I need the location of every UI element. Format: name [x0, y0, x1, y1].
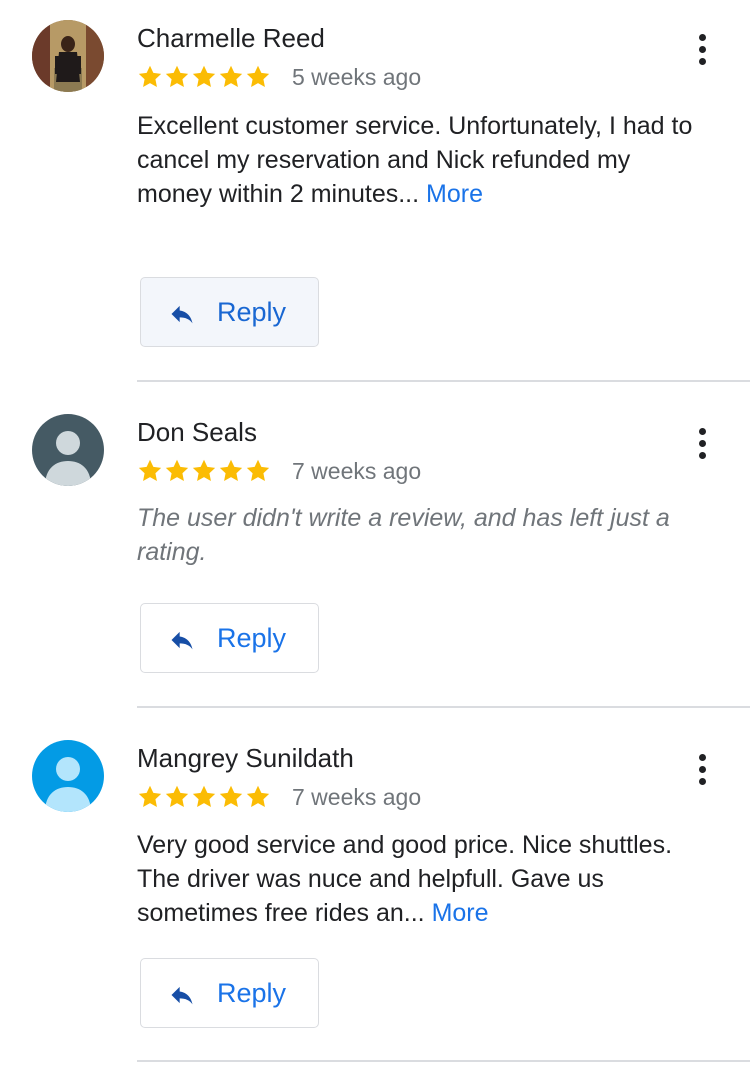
star-icon — [191, 784, 217, 810]
reviewer-name[interactable]: Charmelle Reed — [137, 22, 325, 54]
review-text: The user didn't write a review, and has … — [137, 504, 670, 566]
default-person-icon — [32, 740, 104, 812]
more-link[interactable]: More — [432, 899, 489, 927]
review-text-content: Excellent customer service. Unfortunatel… — [137, 112, 693, 208]
star-icon — [164, 64, 190, 90]
reply-label: Reply — [217, 297, 287, 327]
star-rating — [137, 784, 271, 810]
star-icon — [137, 458, 163, 484]
avatar[interactable] — [32, 20, 104, 92]
reply-button[interactable]: Reply — [140, 603, 319, 673]
more-vert-icon[interactable] — [686, 29, 718, 69]
review-text: Excellent customer service. Unfortunatel… — [137, 109, 697, 211]
star-icon — [191, 64, 217, 90]
review-meta: 7 weeks ago — [137, 456, 421, 486]
more-link[interactable]: More — [426, 180, 483, 208]
reply-label: Reply — [217, 623, 287, 653]
star-icon — [245, 784, 271, 810]
reviewer-name[interactable]: Don Seals — [137, 416, 257, 448]
more-vert-icon[interactable] — [686, 749, 718, 789]
star-icon — [164, 458, 190, 484]
star-rating — [137, 64, 271, 90]
star-rating — [137, 458, 271, 484]
reply-button[interactable]: Reply — [140, 277, 319, 347]
star-icon — [218, 64, 244, 90]
review-date: 7 weeks ago — [292, 783, 422, 810]
star-icon — [191, 458, 217, 484]
star-icon — [218, 784, 244, 810]
star-icon — [245, 64, 271, 90]
review-date: 5 weeks ago — [292, 63, 422, 90]
divider — [137, 706, 750, 708]
review-date: 7 weeks ago — [292, 457, 422, 484]
review-meta: 7 weeks ago — [137, 782, 421, 812]
more-vert-icon[interactable] — [686, 423, 718, 463]
avatar[interactable] — [32, 740, 104, 812]
star-icon — [137, 64, 163, 90]
star-icon — [245, 458, 271, 484]
review-text: Very good service and good price. Nice s… — [137, 828, 677, 930]
review-meta: 5 weeks ago — [137, 62, 421, 92]
reply-button[interactable]: Reply — [140, 958, 319, 1028]
reviewer-name[interactable]: Mangrey Sunildath — [137, 742, 354, 774]
divider — [137, 1060, 750, 1062]
profile-photo — [32, 20, 104, 92]
star-icon — [137, 784, 163, 810]
star-icon — [218, 458, 244, 484]
avatar[interactable] — [32, 414, 104, 486]
default-person-icon — [32, 414, 104, 486]
review-text-content: Very good service and good price. Nice s… — [137, 831, 673, 927]
reply-icon — [168, 626, 196, 654]
star-icon — [164, 784, 190, 810]
reply-label: Reply — [217, 978, 287, 1008]
divider — [137, 380, 750, 382]
reply-icon — [168, 981, 196, 1009]
reply-icon — [168, 300, 196, 328]
